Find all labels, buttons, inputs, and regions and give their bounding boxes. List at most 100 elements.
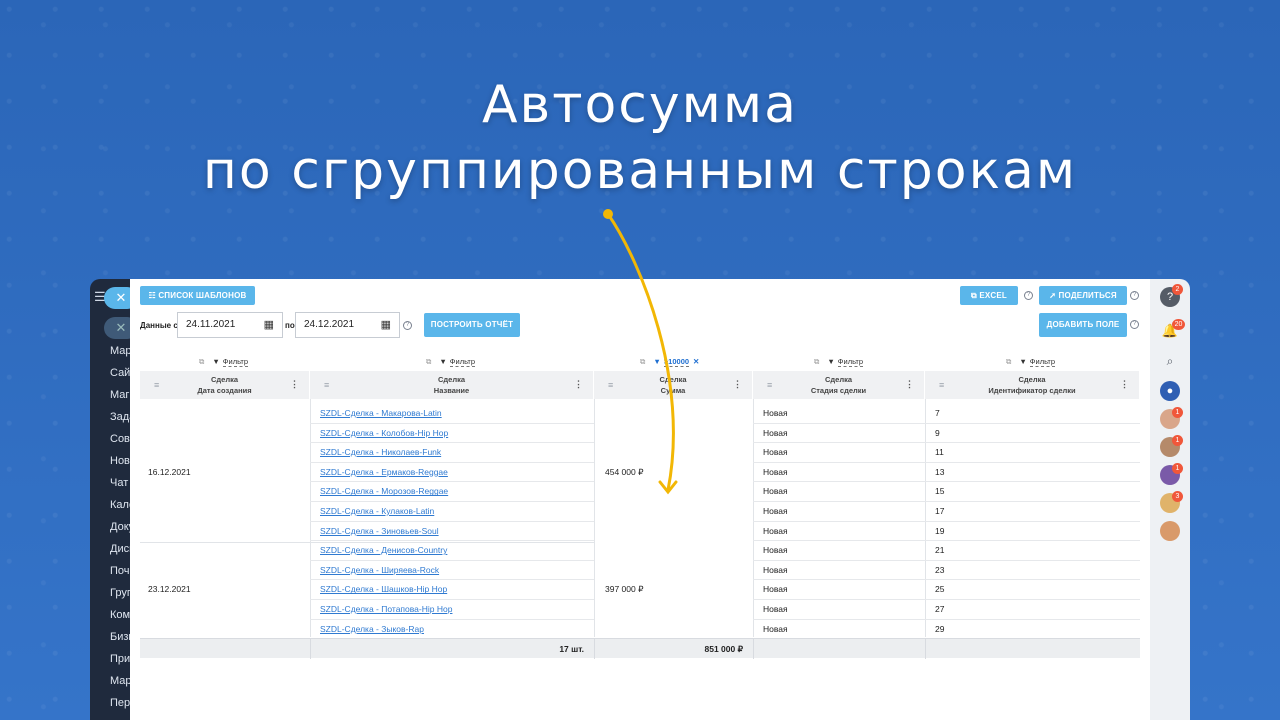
filter-label: Фильтр bbox=[449, 357, 475, 367]
column-field: Название bbox=[433, 386, 470, 395]
column-divider bbox=[594, 639, 595, 659]
share-label: ПОДЕЛИТЬСЯ bbox=[1058, 291, 1117, 300]
column-filter-id[interactable]: ⧉ ▼ Фильтр bbox=[1006, 357, 1055, 369]
date-to-value: 24.12.2021 bbox=[304, 319, 355, 330]
excel-button[interactable]: ⧉ EXCEL bbox=[960, 286, 1018, 305]
sidebar-item[interactable]: Маг bbox=[110, 389, 129, 401]
column-filter-sum[interactable]: ⧉ ▼ >10000 ✕ bbox=[640, 357, 699, 369]
templates-list-button[interactable]: ☷ СПИСОК ШАБЛОНОВ bbox=[140, 286, 255, 305]
templates-list-label: СПИСОК ШАБЛОНОВ bbox=[158, 291, 247, 300]
calendar-icon[interactable]: ▦ bbox=[381, 313, 391, 337]
filter-icon: ▼ bbox=[212, 357, 220, 366]
filter-label: Фильтр bbox=[222, 357, 248, 367]
sidebar-item[interactable]: Ком bbox=[110, 609, 130, 621]
deal-name-link[interactable]: SZDL-Сделка - Денисов-Country bbox=[310, 541, 594, 561]
column-filter-date[interactable]: ⧉ ▼ Фильтр bbox=[199, 357, 248, 369]
deal-stage-cell: Новая bbox=[753, 541, 925, 561]
copy-icon[interactable]: ⧉ bbox=[1006, 357, 1011, 366]
deal-stage-cell: Новая bbox=[753, 443, 925, 463]
add-field-button[interactable]: ДОБАВИТЬ ПОЛЕ bbox=[1039, 313, 1127, 337]
more-icon[interactable]: ⋮ bbox=[905, 379, 914, 390]
deal-stage-cell: Новая bbox=[753, 482, 925, 502]
sidebar-item[interactable]: Прил bbox=[110, 653, 132, 665]
search-icon[interactable]: ⌕ bbox=[1160, 351, 1180, 371]
filter-icon: ▼ bbox=[439, 357, 447, 366]
group-date-cell: 16.12.2021 bbox=[148, 466, 191, 477]
column-header-sum[interactable]: ≡ Сделка Сумма ⋮ bbox=[594, 371, 753, 399]
more-icon[interactable]: ⋮ bbox=[733, 379, 742, 390]
sidebar-item[interactable]: Мар bbox=[110, 345, 132, 357]
column-field: Идентификатор сделки bbox=[988, 386, 1076, 395]
copy-icon[interactable]: ⧉ bbox=[426, 357, 431, 366]
deal-name-link[interactable]: SZDL-Сделка - Потапова-Hip Hop bbox=[310, 600, 594, 620]
sidebar-item[interactable]: Кале bbox=[110, 499, 132, 511]
sidebar-item[interactable]: Бизн bbox=[110, 631, 132, 643]
deal-name-link[interactable]: SZDL-Сделка - Ширяева-Rock bbox=[310, 561, 594, 581]
deal-id-cell: 29 bbox=[925, 620, 1140, 640]
more-icon[interactable]: ⋮ bbox=[574, 379, 583, 390]
group-icon[interactable]: ≡ bbox=[608, 380, 613, 391]
deal-name-link[interactable]: SZDL-Сделка - Кулаков-Latin bbox=[310, 502, 594, 522]
deal-id-cell: 13 bbox=[925, 463, 1140, 483]
column-filter-name[interactable]: ⧉ ▼ Фильтр bbox=[426, 357, 475, 369]
sidebar-item[interactable]: Чат bbox=[110, 477, 128, 489]
column-header-stage[interactable]: ≡ Сделка Стадия сделки ⋮ bbox=[753, 371, 925, 399]
deal-name-link[interactable]: SZDL-Сделка - Зыков-Rap bbox=[310, 620, 594, 640]
more-icon[interactable]: ⋮ bbox=[1120, 379, 1129, 390]
deal-name-link[interactable]: SZDL-Сделка - Колобов-Hip Hop bbox=[310, 424, 594, 444]
total-count: 17 шт. bbox=[559, 644, 584, 654]
share-button[interactable]: ➚ ПОДЕЛИТЬСЯ bbox=[1039, 286, 1127, 305]
sidebar-item[interactable]: Нов bbox=[110, 455, 130, 467]
group-icon[interactable]: ≡ bbox=[324, 380, 329, 391]
column-filter-stage[interactable]: ⧉ ▼ Фильтр bbox=[814, 357, 863, 369]
deal-name-link[interactable]: SZDL-Сделка - Макарова-Latin bbox=[310, 404, 594, 424]
group-sum-cell: 397 000 ₽ bbox=[605, 584, 644, 595]
group-date-cell: 23.12.2021 bbox=[148, 584, 191, 595]
deal-stage-cell: Новая bbox=[753, 561, 925, 581]
deal-name-link[interactable]: SZDL-Сделка - Шашков-Hip Hop bbox=[310, 580, 594, 600]
deal-stage-cell: Новая bbox=[753, 580, 925, 600]
sidebar-item[interactable]: Доку bbox=[110, 521, 132, 533]
column-header-name[interactable]: ≡ Сделка Название ⋮ bbox=[310, 371, 594, 399]
sidebar-item[interactable]: Зада bbox=[110, 411, 132, 423]
copy-icon[interactable]: ⧉ bbox=[814, 357, 819, 366]
date-from-input[interactable]: 24.11.2021 ▦ bbox=[177, 312, 283, 338]
sidebar-item[interactable]: Поч bbox=[110, 565, 130, 577]
column-header-id[interactable]: ≡ Сделка Идентификатор сделки ⋮ bbox=[925, 371, 1140, 399]
column-divider bbox=[594, 399, 595, 637]
more-icon[interactable]: ⋮ bbox=[290, 379, 299, 390]
deal-name-link[interactable]: SZDL-Сделка - Ермаков-Reggae bbox=[310, 463, 594, 483]
sidebar-item[interactable]: Совм bbox=[110, 433, 132, 445]
date-to-input[interactable]: 24.12.2021 ▦ bbox=[295, 312, 400, 338]
deal-name-link[interactable]: SZDL-Сделка - Морозов-Reggae bbox=[310, 482, 594, 502]
help-icon[interactable]: ? bbox=[1130, 291, 1139, 300]
group-icon[interactable]: ≡ bbox=[154, 380, 159, 391]
help-icon[interactable]: ? bbox=[1024, 291, 1033, 300]
column-header-date[interactable]: ≡ Сделка Дата создания ⋮ bbox=[140, 371, 310, 399]
sidebar-item[interactable]: Груп bbox=[110, 587, 132, 599]
sidebar-item[interactable]: Диск bbox=[110, 543, 132, 555]
chat-icon[interactable]: ● bbox=[1160, 381, 1180, 401]
group-icon[interactable]: ≡ bbox=[767, 380, 772, 391]
avatar-badge: 1 bbox=[1172, 435, 1183, 446]
deal-name-link[interactable]: SZDL-Сделка - Зиновьев-Soul bbox=[310, 522, 594, 542]
copy-icon[interactable]: ⧉ bbox=[640, 357, 645, 366]
clear-filter-icon[interactable]: ✕ bbox=[693, 357, 699, 366]
close-icon[interactable]: ✕ bbox=[104, 287, 132, 309]
avatar[interactable] bbox=[1160, 521, 1180, 541]
calendar-icon[interactable]: ▦ bbox=[264, 313, 274, 337]
column-field: Стадия сделки bbox=[810, 386, 867, 395]
excel-label: EXCEL bbox=[979, 291, 1007, 300]
copy-icon[interactable]: ⧉ bbox=[199, 357, 204, 366]
sidebar-item[interactable]: Сайт bbox=[110, 367, 132, 379]
help-icon[interactable]: ? bbox=[403, 321, 412, 330]
group-icon[interactable]: ≡ bbox=[939, 380, 944, 391]
sidebar-item[interactable]: Мар bbox=[110, 675, 132, 687]
build-report-button[interactable]: ПОСТРОИТЬ ОТЧЁТ bbox=[424, 313, 520, 337]
sidebar-item[interactable]: Пер bbox=[110, 697, 130, 709]
close-icon-secondary[interactable]: ✕ bbox=[104, 317, 132, 339]
help-icon[interactable]: ? bbox=[1130, 320, 1139, 329]
deal-name-link[interactable]: SZDL-Сделка - Николаев-Funk bbox=[310, 443, 594, 463]
filter-label: Фильтр bbox=[837, 357, 863, 367]
deal-id-cell: 15 bbox=[925, 482, 1140, 502]
